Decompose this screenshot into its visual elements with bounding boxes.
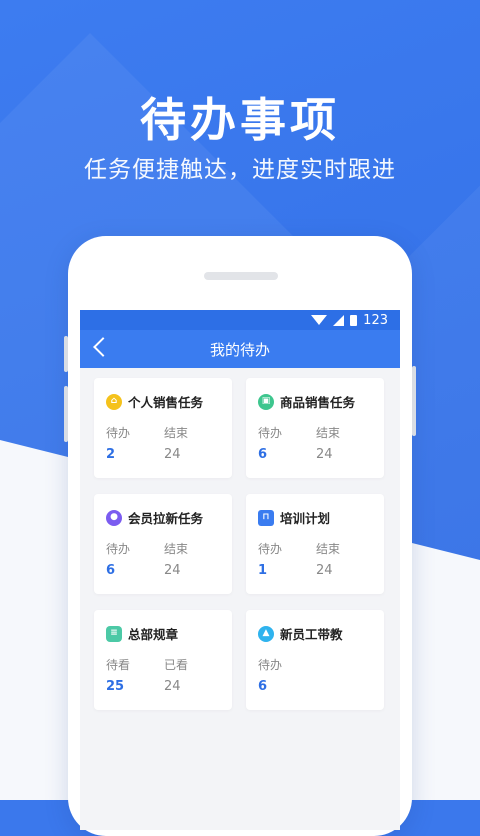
task-card-personal-sales[interactable]: ⌂ 个人销售任务 待办 2 结束 24 <box>94 378 232 478</box>
cart-icon: ⊓ <box>258 509 274 526</box>
stat-label: 待办 <box>258 658 283 672</box>
signal-icon <box>333 314 345 326</box>
document-icon: ≡ <box>106 625 122 642</box>
task-card-product-sales[interactable]: ▣ 商品销售任务 待办 6 结束 24 <box>246 378 384 478</box>
phone-side-button <box>64 336 68 372</box>
status-bar: 123 <box>80 310 400 330</box>
stat-value: 24 <box>316 563 333 578</box>
stat-value: 24 <box>164 679 181 694</box>
phone-side-button <box>412 366 416 436</box>
phone-mockup: 123 我的待办 ⌂ 个人销售任务 待办 2 结束 24 ▣ 商品销售任务 待办… <box>64 236 416 836</box>
stat-label: 结束 <box>316 426 341 440</box>
card-title: 总部规章 <box>128 627 179 642</box>
stat-value: 6 <box>106 563 116 578</box>
stat-label: 待看 <box>106 658 131 672</box>
wifi-icon <box>311 315 328 325</box>
user-icon: ● <box>106 509 122 526</box>
stat-value: 1 <box>258 563 268 578</box>
back-icon[interactable] <box>93 337 113 357</box>
promo-subhead: 任务便捷触达，进度实时跟进 <box>84 157 396 183</box>
stat-label: 已看 <box>164 658 189 672</box>
stat-label: 结束 <box>164 542 189 556</box>
stat-label: 待办 <box>258 426 283 440</box>
phone-speaker <box>204 272 278 280</box>
card-title: 培训计划 <box>280 511 331 526</box>
promo-headline: 待办事项 <box>140 93 340 147</box>
stat-value: 24 <box>164 447 181 462</box>
card-title: 会员拉新任务 <box>128 511 204 526</box>
phone-screen: 123 我的待办 ⌂ 个人销售任务 待办 2 结束 24 ▣ 商品销售任务 待办… <box>80 310 400 830</box>
task-card-new-staff-mentoring[interactable]: ▲ 新员工带教 待办 6 <box>246 610 384 710</box>
stat-value: 6 <box>258 447 268 462</box>
stat-value: 24 <box>316 447 333 462</box>
stat-label: 待办 <box>258 542 283 556</box>
nav-title: 我的待办 <box>209 340 270 359</box>
status-time: 123 <box>363 312 388 328</box>
card-title: 商品销售任务 <box>280 395 356 410</box>
task-card-training-plan[interactable]: ⊓ 培训计划 待办 1 结束 24 <box>246 494 384 594</box>
stat-value: 6 <box>258 679 268 694</box>
phone-side-button <box>64 386 68 442</box>
stat-label: 结束 <box>316 542 341 556</box>
task-card-member-recruit[interactable]: ● 会员拉新任务 待办 6 结束 24 <box>94 494 232 594</box>
stat-label: 结束 <box>164 426 189 440</box>
stat-label: 待办 <box>106 542 131 556</box>
task-card-hq-rules[interactable]: ≡ 总部规章 待看 25 已看 24 <box>94 610 232 710</box>
graduation-cap-icon: ▲ <box>258 625 274 642</box>
battery-icon <box>350 314 358 326</box>
home-icon: ⌂ <box>106 393 122 410</box>
stat-value: 2 <box>106 447 116 462</box>
stat-value: 24 <box>164 563 181 578</box>
stat-value: 25 <box>106 679 125 694</box>
stat-label: 待办 <box>106 426 131 440</box>
card-title: 新员工带教 <box>280 627 343 642</box>
bag-icon: ▣ <box>258 393 274 410</box>
nav-bar: 我的待办 <box>80 330 400 368</box>
card-title: 个人销售任务 <box>128 395 204 410</box>
